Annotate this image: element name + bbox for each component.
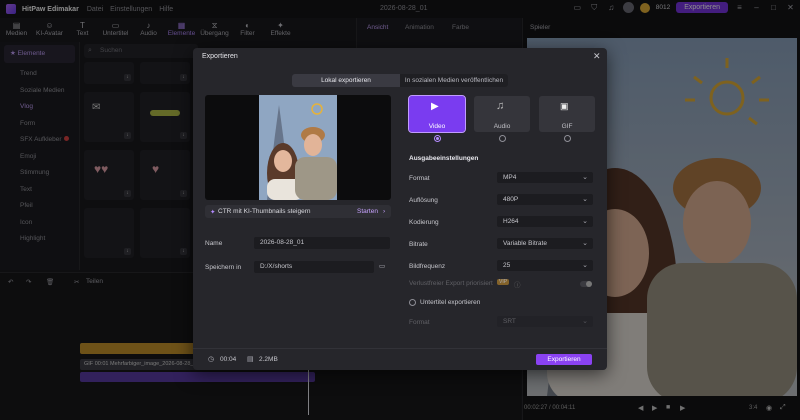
chevron-down-icon: ⌄ [582,262,588,269]
setting-label-framerate: Bildfrequenz [409,263,446,270]
select-subtitle-format[interactable]: SRT ⌄ [497,316,593,327]
settings-title: Ausgabeeinstellungen [409,155,479,162]
save-path-input[interactable]: D:/X/shorts [254,261,374,273]
chevron-right-icon: › [383,208,386,215]
export-thumbnail [259,95,337,200]
magic-icon: ✦ [210,209,216,216]
export-duration: 00:04 [220,356,237,363]
format-video-label: Video [428,123,446,130]
select-value: 25 [503,262,511,269]
chevron-down-icon: ⌄ [582,196,588,203]
vip-badge-icon: VIP [497,279,510,285]
dialog-title: Exportieren [202,53,238,60]
close-icon[interactable]: ✕ [593,51,601,62]
setting-label-resolution: Auflösung [409,197,438,204]
select-bitrate[interactable]: Variable Bitrate ⌄ [497,238,593,249]
file-size-icon: ▤ [247,356,254,363]
folder-icon[interactable]: ▭ [379,262,385,270]
export-size: 2.2MB [259,356,278,363]
music-icon: ♫ [496,100,505,112]
format-audio-label: Audio [493,123,511,130]
name-input[interactable]: 2026-08-28_01 [254,237,390,249]
select-value: MP4 [503,174,517,181]
select-format[interactable]: MP4 ⌄ [497,172,593,183]
select-value: H264 [503,218,519,225]
subtitle-export-label: Untertitel exportieren [420,299,481,306]
tab-local-export[interactable]: Lokal exportieren [292,74,400,87]
tab-social-publish[interactable]: In sozialen Medien veröffentlichen [400,74,508,87]
radio-audio[interactable] [499,135,506,142]
video-icon: ▶ [431,101,439,112]
radio-gif[interactable] [564,135,571,142]
setting-label-bitrate: Bitrate [409,241,428,248]
accel-toggle[interactable] [580,281,592,287]
radio-video[interactable] [434,135,441,142]
select-value: Variable Bitrate [503,240,547,247]
name-label: Name [205,240,223,247]
ctr-start-button[interactable]: Starten [357,208,378,215]
chevron-down-icon: ⌄ [582,240,588,247]
format-gif[interactable]: ▣ GIF [539,96,595,132]
select-resolution[interactable]: 480P ⌄ [497,194,593,205]
subtitle-format-label: Format [409,319,430,326]
setting-label-format: Format [409,175,430,182]
subtitle-checkbox[interactable] [409,299,416,306]
select-value: SRT [503,318,516,325]
ctr-text: CTR mit KI-Thumbnails steigern [218,208,311,215]
chevron-down-icon: ⌄ [582,218,588,225]
export-button[interactable]: Exportieren [536,354,592,365]
select-value: 480P [503,196,519,203]
accel-label: Verlustfreier Export priorisiert [409,280,493,287]
setting-label-codec: Kodierung [409,219,439,226]
format-audio[interactable]: ♫ Audio [474,96,530,132]
format-gif-label: GIF [561,123,573,130]
info-icon[interactable]: ⓘ [514,279,521,289]
select-codec[interactable]: H264 ⌄ [497,216,593,227]
save-location-label: Speichern in [205,264,242,271]
export-preview [205,95,391,200]
clock-icon: ◷ [208,356,215,363]
chevron-down-icon: ⌄ [582,174,588,181]
select-framerate[interactable]: 25 ⌄ [497,260,593,271]
format-video[interactable]: ▶ Video [408,95,466,133]
chevron-down-icon: ⌄ [582,318,588,325]
gif-icon: ▣ [560,101,569,111]
app-window: HitPaw Edimakar Datei Einstellungen Hilf… [0,0,800,420]
